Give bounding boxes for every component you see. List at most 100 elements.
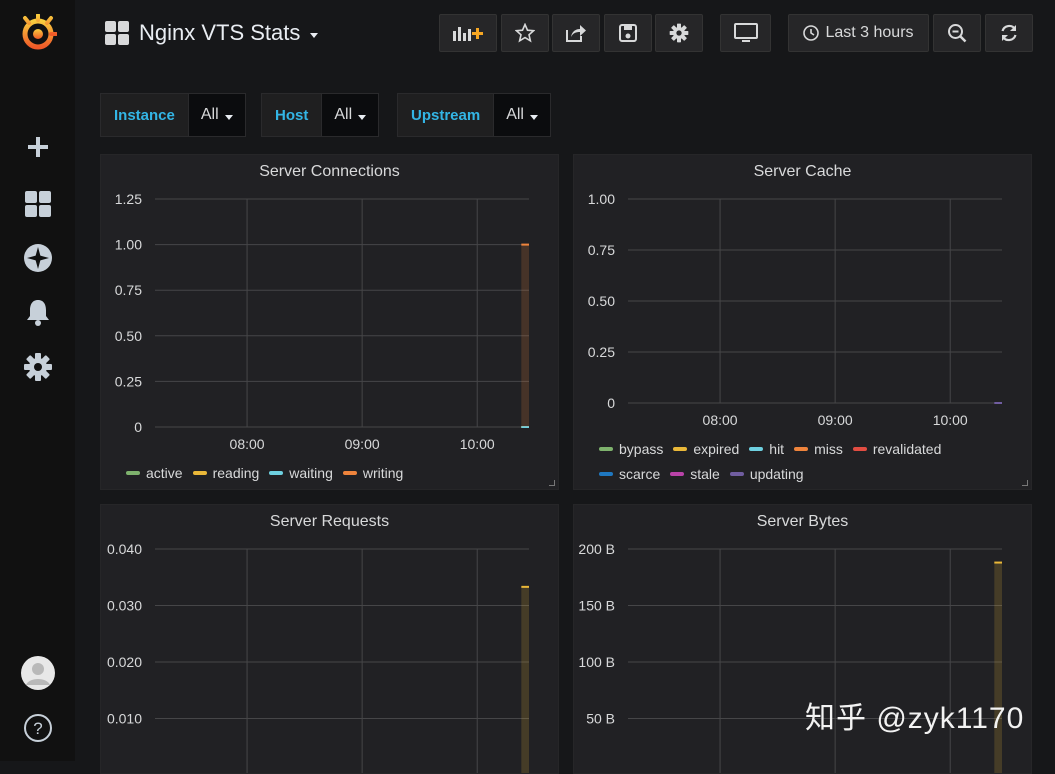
dashboards-icon <box>105 21 129 45</box>
grafana-logo-icon[interactable] <box>19 14 57 52</box>
legend-swatch <box>729 472 744 476</box>
x-tick-label: 10:00 <box>460 436 495 452</box>
star-button[interactable] <box>501 14 549 52</box>
legend-item-waiting[interactable]: waiting <box>269 465 333 481</box>
help-icon[interactable]: ? <box>19 709 57 747</box>
resize-handle[interactable] <box>549 480 555 486</box>
legend-item-active[interactable]: active <box>126 465 183 481</box>
variable-value: All <box>200 106 219 123</box>
legend-item-scarce[interactable]: scarce <box>599 466 660 482</box>
y-tick-label: 0.75 <box>588 242 615 258</box>
y-tick-label: 0.75 <box>115 282 142 298</box>
share-icon <box>566 25 586 42</box>
legend-label: expired <box>693 441 740 457</box>
legend-item-miss[interactable]: miss <box>794 441 843 457</box>
legend-item-revalidated[interactable]: revalidated <box>852 441 941 457</box>
variable-host: Host All <box>261 93 380 137</box>
plus-icon[interactable] <box>19 128 57 166</box>
y-tick-label: 0.020 <box>107 654 142 670</box>
variable-value: All <box>506 106 524 123</box>
tv-mode-button[interactable] <box>720 14 771 52</box>
add-panel-button[interactable] <box>439 14 497 52</box>
avatar-icon[interactable] <box>19 654 57 692</box>
legend-label: active <box>146 465 183 481</box>
resize-handle[interactable] <box>1022 480 1028 486</box>
panel-title[interactable]: Server Requests <box>101 513 558 531</box>
legend-item-reading[interactable]: reading <box>192 465 259 481</box>
legend-label: waiting <box>289 465 333 481</box>
gear-icon <box>669 23 689 43</box>
panel-title[interactable]: Server Bytes <box>574 513 1031 531</box>
chevron-down-icon <box>529 114 538 120</box>
legend-swatch <box>670 472 685 476</box>
star-icon <box>515 23 535 43</box>
legend: bypass expired hit miss revalidated scarce sta… <box>599 438 1009 488</box>
legend-item-stale[interactable]: stale <box>670 466 720 482</box>
legend: active reading waiting writing <box>126 462 413 487</box>
dashboards-icon[interactable] <box>19 185 57 223</box>
legend-swatch <box>269 471 284 475</box>
legend-label: miss <box>814 441 843 457</box>
legend-item-hit[interactable]: hit <box>749 441 784 457</box>
chevron-down-icon <box>310 32 319 38</box>
zoom-out-button[interactable] <box>933 14 981 52</box>
bell-icon[interactable] <box>19 293 57 331</box>
settings-button[interactable] <box>655 14 703 52</box>
y-tick-label: 0.50 <box>588 293 615 309</box>
legend-item-writing[interactable]: writing <box>342 465 404 481</box>
legend-swatch <box>852 447 867 451</box>
time-range-label: Last 3 hours <box>825 24 914 41</box>
legend-label: hit <box>769 441 785 457</box>
save-icon <box>619 24 637 42</box>
chevron-down-icon <box>224 114 233 120</box>
variable-label: Instance <box>100 93 189 137</box>
legend-swatch <box>794 447 809 451</box>
variable-host-dropdown[interactable]: All <box>322 93 380 137</box>
y-tick-label: 1.25 <box>115 191 142 207</box>
panel-server-requests[interactable]: Server Requests 0.010 0.020 0.030 0.040 <box>100 504 559 774</box>
legend-item-updating[interactable]: updating <box>729 466 804 482</box>
panel-title[interactable]: Server Connections <box>101 163 558 181</box>
add-panel-icon <box>453 27 483 41</box>
legend-swatch <box>599 447 613 451</box>
legend-item-bypass[interactable]: bypass <box>599 441 663 457</box>
server-connections-chart[interactable]: 08:00 09:00 10:00 0 0.25 0.50 0.75 1.00 1.25 <box>101 155 559 490</box>
legend-label: writing <box>362 465 404 481</box>
share-button[interactable] <box>552 14 600 52</box>
variable-label: Host <box>261 93 323 137</box>
sidebar: ? <box>0 0 75 761</box>
x-tick-label: 10:00 <box>933 412 968 428</box>
dashboard-main: Nginx VTS Stats Last 3 hours Instance Al… <box>75 0 1055 774</box>
y-tick-label: 0.25 <box>588 344 615 360</box>
dashboard-title-button[interactable]: Nginx VTS Stats <box>105 14 319 52</box>
panel-server-cache[interactable]: Server Cache 08:00 09:00 10:00 0 0.25 0.50 0.7… <box>573 154 1032 490</box>
time-picker-button[interactable]: Last 3 hours <box>788 14 929 52</box>
legend-swatch <box>342 471 357 475</box>
legend-swatch <box>673 447 688 451</box>
legend-swatch <box>126 471 140 475</box>
x-tick-label: 09:00 <box>345 436 380 452</box>
refresh-button[interactable] <box>985 14 1033 52</box>
legend-swatch <box>599 472 613 476</box>
y-tick-label: 0 <box>607 395 615 411</box>
save-button[interactable] <box>604 14 652 52</box>
variable-value: All <box>334 106 353 123</box>
compass-icon[interactable] <box>19 239 57 277</box>
y-tick-label: 1.00 <box>115 237 142 253</box>
panel-server-connections[interactable]: Server Connections 08:00 09:00 10:00 0 0.25 0… <box>100 154 559 490</box>
y-tick-label: 0.25 <box>115 373 142 389</box>
y-tick-label: 0.030 <box>107 598 142 614</box>
zoom-out-icon <box>948 24 967 43</box>
variable-instance-dropdown[interactable]: All <box>188 93 246 137</box>
variable-upstream-dropdown[interactable]: All <box>494 93 551 137</box>
series-area <box>521 244 529 427</box>
panel-title[interactable]: Server Cache <box>574 163 1031 181</box>
page-title: Nginx VTS Stats <box>139 20 301 45</box>
legend-label: updating <box>749 466 804 482</box>
legend-item-expired[interactable]: expired <box>673 441 739 457</box>
gear-icon[interactable] <box>19 348 57 386</box>
svg-text:?: ? <box>33 719 42 738</box>
x-tick-label: 08:00 <box>230 436 265 452</box>
server-requests-chart[interactable]: 0.010 0.020 0.030 0.040 <box>101 505 559 774</box>
y-tick-label: 100 B <box>578 654 615 670</box>
